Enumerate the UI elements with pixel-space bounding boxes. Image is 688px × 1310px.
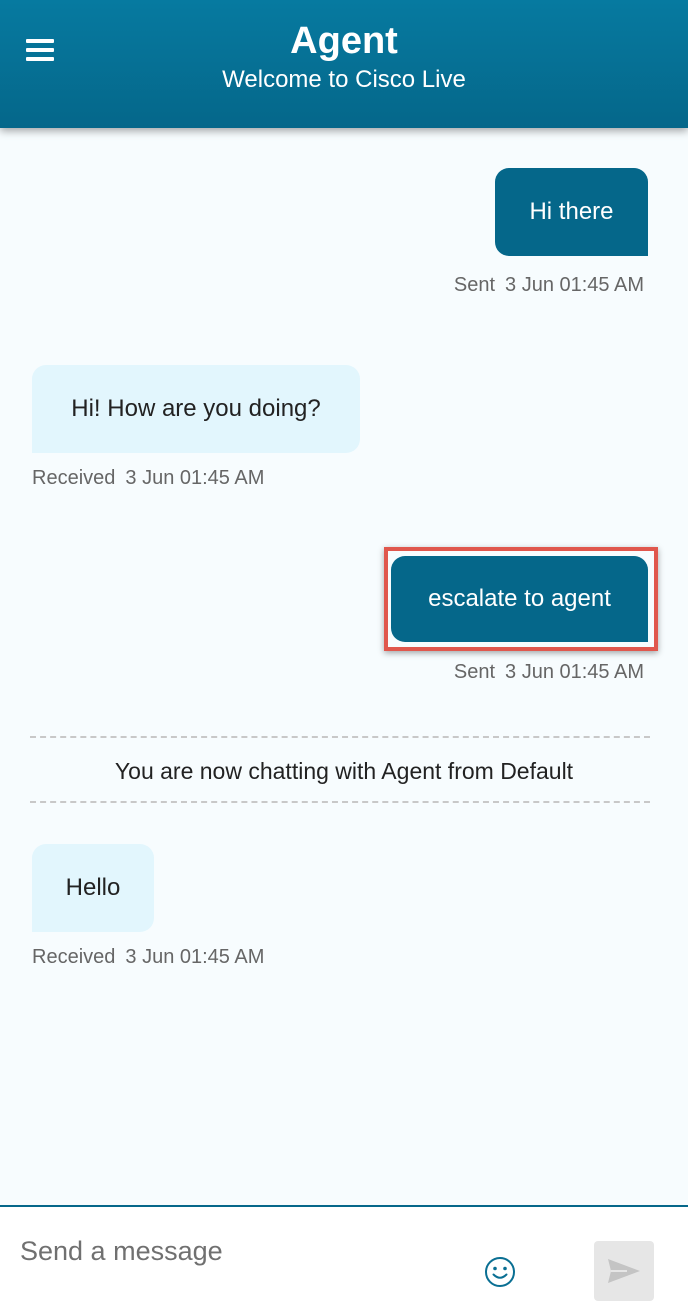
message-text: Hello [65,874,121,901]
message-meta: Received 3 Jun 01:45 AM [32,946,264,969]
message-status: Received [32,946,116,968]
header-subtitle: Welcome to Cisco Live [222,66,466,93]
message-text: Hi! How are you doing? [71,395,321,422]
highlight-box [384,547,658,651]
message-input[interactable] [20,1231,460,1271]
chat-app: Agent Welcome to Cisco Live Hi there Sen… [0,0,688,1310]
message-composer [0,1205,688,1310]
system-message: You are now chatting with Agent from Def… [114,758,574,784]
message-status: Sent [453,661,496,683]
message-time: 3 Jun 01:45 AM [505,661,644,683]
header-title: Agent [290,20,398,62]
message-status: Received [32,467,116,489]
message-status: Sent [453,274,496,296]
message-meta: Sent 3 Jun 01:45 AM [454,274,644,297]
message-bubble-sent: Hi there [495,168,648,256]
send-button[interactable] [594,1241,654,1301]
message-time: 3 Jun 01:45 AM [125,467,265,489]
message-bubble-received: Hello [32,844,154,932]
message-meta: Sent 3 Jun 01:45 AM [454,661,644,684]
send-arrow-icon [608,1259,640,1283]
divider-top [30,736,650,738]
smiley-icon[interactable] [483,1255,517,1289]
message-time: 3 Jun 01:45 AM [125,946,265,968]
divider-bottom [30,801,650,803]
chat-header: Agent Welcome to Cisco Live [0,0,688,128]
message-meta: Received 3 Jun 01:45 AM [32,467,264,490]
message-time: 3 Jun 01:45 AM [505,274,644,296]
message-text: Hi there [529,198,614,225]
message-bubble-received: Hi! How are you doing? [32,365,360,453]
